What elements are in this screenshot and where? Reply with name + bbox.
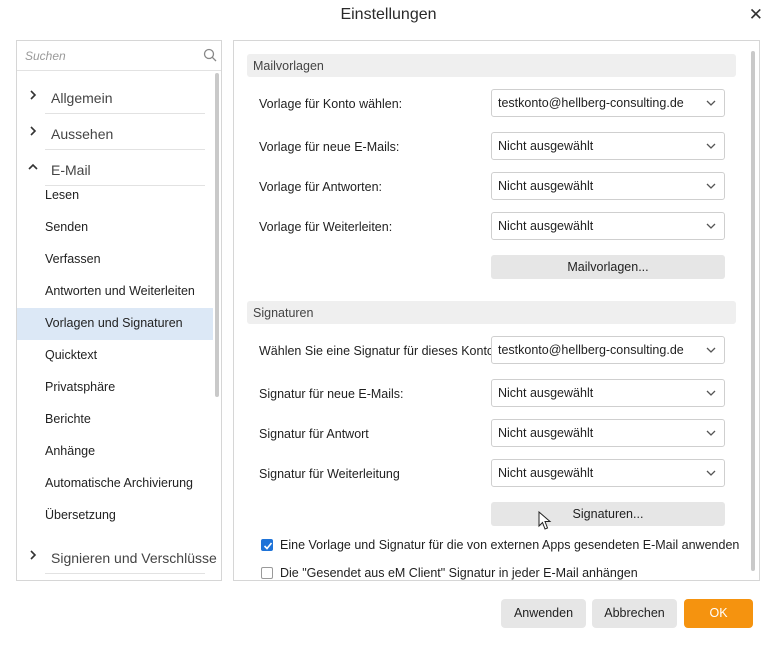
- nav-item-label: Berichte: [45, 412, 91, 426]
- row-label: Signatur für Antwort: [259, 427, 369, 441]
- row-label: Vorlage für neue E-Mails:: [259, 140, 400, 154]
- row-label: Vorlage für Weiterleiten:: [259, 220, 393, 234]
- settings-content: Mailvorlagen Vorlage für Konto wählen: t…: [233, 40, 760, 581]
- nav-category-allgemein[interactable]: Allgemein: [17, 86, 213, 114]
- template-new-mail-select[interactable]: Nicht ausgewählt: [491, 132, 725, 160]
- row-label: Vorlage für Konto wählen:: [259, 97, 403, 111]
- nav-item-privatsphaere[interactable]: Privatsphäre: [17, 372, 213, 404]
- chevron-right-icon: [30, 126, 37, 136]
- nav-item-label: Antworten und Weiterleiten: [45, 284, 195, 298]
- row-label: Vorlage für Antworten:: [259, 180, 382, 194]
- nav-item-label: Übersetzung: [45, 508, 116, 522]
- nav-category-email[interactable]: E-Mail: [17, 158, 213, 186]
- nav-item-antworten-weiterleiten[interactable]: Antworten und Weiterleiten: [17, 276, 213, 308]
- nav-category-label: E-Mail: [51, 162, 91, 178]
- nav-item-label: Senden: [45, 220, 89, 234]
- nav-category-label: Aussehen: [51, 126, 114, 142]
- cancel-button[interactable]: Abbrechen: [592, 599, 677, 628]
- row-label: Wählen Sie eine Signatur für dieses Kont…: [259, 344, 498, 358]
- chevron-up-icon: [28, 163, 38, 170]
- chevron-down-icon: [706, 183, 716, 189]
- nav-item-verfassen[interactable]: Verfassen: [17, 244, 213, 276]
- nav-item-label: Lesen: [45, 188, 80, 202]
- checkbox-unchecked-icon[interactable]: [261, 567, 273, 579]
- nav-item-label: Vorlagen und Signaturen: [45, 316, 183, 330]
- signaturen-button[interactable]: Signaturen...: [491, 502, 725, 526]
- nav-item-uebersetzung[interactable]: Übersetzung: [17, 500, 213, 532]
- ok-button[interactable]: OK: [684, 599, 753, 628]
- divider: [45, 149, 205, 150]
- nav-category-label: Allgemein: [51, 90, 113, 106]
- content-scrollbar[interactable]: [751, 51, 755, 571]
- nav-item-senden[interactable]: Senden: [17, 212, 213, 244]
- nav-item-label: Verfassen: [45, 252, 101, 266]
- nav-item-label: Quicktext: [45, 348, 98, 362]
- nav-scrollbar[interactable]: [215, 73, 219, 397]
- signature-new-mail-select[interactable]: Nicht ausgewählt: [491, 379, 725, 407]
- nav-item-label: Anhänge: [45, 444, 96, 458]
- chevron-right-icon: [30, 90, 37, 100]
- apply-button[interactable]: Anwenden: [501, 599, 586, 628]
- nav-item-quicktext[interactable]: Quicktext: [17, 340, 213, 372]
- section-header-signaturen: Signaturen: [247, 301, 736, 324]
- signature-forward-select[interactable]: Nicht ausgewählt: [491, 459, 725, 487]
- row-label: Signatur für neue E-Mails:: [259, 387, 404, 401]
- search-icon[interactable]: [203, 48, 217, 62]
- signature-reply-select[interactable]: Nicht ausgewählt: [491, 419, 725, 447]
- checkbox-checked-icon[interactable]: [261, 539, 273, 551]
- chevron-down-icon: [706, 100, 716, 106]
- nav-category-signieren[interactable]: Signieren und Verschlüsse: [17, 546, 217, 574]
- chevron-down-icon: [706, 223, 716, 229]
- checkbox-label: Die "Gesendet aus eM Client" Signatur in…: [280, 566, 638, 580]
- template-account-select[interactable]: testkonto@hellberg-consulting.de: [491, 89, 725, 117]
- chevron-down-icon: [706, 347, 716, 353]
- nav-item-berichte[interactable]: Berichte: [17, 404, 213, 436]
- template-reply-select[interactable]: Nicht ausgewählt: [491, 172, 725, 200]
- chevron-down-icon: [706, 470, 716, 476]
- chevron-down-icon: [706, 430, 716, 436]
- search-box: [17, 41, 221, 71]
- settings-nav: Allgemein Aussehen E-Mail Lesen Senden V…: [16, 40, 222, 581]
- row-label: Signatur für Weiterleitung: [259, 467, 400, 481]
- chevron-down-icon: [706, 390, 716, 396]
- window-title: Einstellungen: [340, 6, 437, 23]
- section-header-mailvorlagen: Mailvorlagen: [247, 54, 736, 77]
- nav-item-label: Privatsphäre: [45, 380, 116, 394]
- divider: [45, 573, 205, 574]
- nav-item-archivierung[interactable]: Automatische Archivierung: [17, 468, 213, 500]
- chevron-right-icon: [30, 550, 37, 560]
- template-forward-select[interactable]: Nicht ausgewählt: [491, 212, 725, 240]
- divider: [45, 113, 205, 114]
- mailvorlagen-button[interactable]: Mailvorlagen...: [491, 255, 725, 279]
- chevron-down-icon: [706, 143, 716, 149]
- nav-category-label: Signieren und Verschlüsse: [51, 550, 217, 566]
- checkbox-label: Eine Vorlage und Signatur für die von ex…: [280, 538, 740, 552]
- nav-item-lesen[interactable]: Lesen: [17, 180, 213, 212]
- nav-item-label: Automatische Archivierung: [45, 476, 193, 490]
- nav-item-vorlagen-signaturen[interactable]: Vorlagen und Signaturen: [17, 308, 213, 340]
- signature-account-select[interactable]: testkonto@hellberg-consulting.de: [491, 336, 725, 364]
- nav-item-anhaenge[interactable]: Anhänge: [17, 436, 213, 468]
- mouse-cursor-icon: [538, 511, 552, 530]
- close-icon[interactable]: ✕: [749, 5, 763, 25]
- search-input[interactable]: [23, 41, 197, 71]
- nav-category-aussehen[interactable]: Aussehen: [17, 122, 213, 150]
